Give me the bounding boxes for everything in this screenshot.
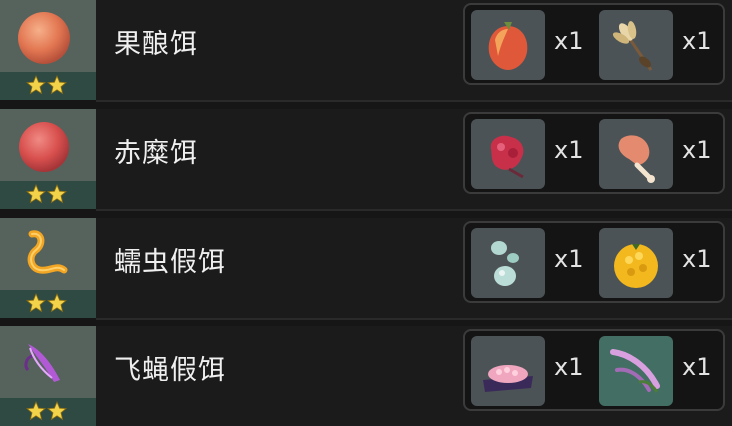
sunsettia-icon <box>488 22 528 70</box>
red-bait-icon <box>19 122 69 172</box>
material-count: x1 <box>554 245 584 273</box>
row-divider <box>96 318 732 320</box>
golden-fruit-icon <box>614 244 658 288</box>
rarity-strip <box>0 290 96 318</box>
worm-lure-icon <box>27 230 68 274</box>
rarity-stars <box>26 75 67 95</box>
pink-flower-cluster-icon <box>483 365 533 392</box>
star-icon <box>47 75 67 95</box>
star-icon <box>26 401 46 421</box>
material-count: x1 <box>682 136 712 164</box>
bait-card[interactable] <box>0 326 96 426</box>
bait-card[interactable] <box>0 0 96 100</box>
rarity-strip <box>0 181 96 209</box>
star-icon <box>47 184 67 204</box>
star-icon <box>26 75 46 95</box>
fowl-icon <box>618 135 655 183</box>
material-count: x1 <box>682 353 712 381</box>
materials-panel: x1 x1 <box>463 3 725 85</box>
bait-card[interactable] <box>0 109 96 209</box>
bait-row[interactable]: 飞蝇假饵 x1 x1 <box>0 326 732 426</box>
bait-row[interactable]: 蠕虫假饵 x1 x1 <box>0 218 732 318</box>
rarity-stars <box>26 184 67 204</box>
bait-name: 果酿饵 <box>114 29 198 60</box>
bait-row[interactable]: 赤糜饵 x1 x1 <box>0 109 732 209</box>
feather-icon <box>610 349 660 393</box>
bait-list: 果酿饵 x1 x1 赤糜饵 x1 x1 蠕虫假饵 x1 x1 飞蝇假饵 x1 x… <box>0 0 732 426</box>
bait-row[interactable]: 果酿饵 x1 x1 <box>0 0 732 100</box>
material-count: x1 <box>682 245 712 273</box>
star-icon <box>47 401 67 421</box>
material-slot[interactable] <box>471 336 545 406</box>
bait-name: 蠕虫假饵 <box>114 247 226 278</box>
row-divider <box>96 209 732 211</box>
materials-panel: x1 x1 <box>463 329 725 411</box>
slime-condensate-icon <box>491 241 519 286</box>
berry-bait-icon <box>18 12 70 64</box>
material-slot[interactable] <box>599 336 673 406</box>
materials-panel: x1 x1 <box>463 112 725 194</box>
bait-card[interactable] <box>0 218 96 318</box>
fly-lure-icon <box>24 344 60 382</box>
bait-name: 赤糜饵 <box>114 138 198 169</box>
material-slot[interactable] <box>471 10 545 80</box>
star-icon <box>26 184 46 204</box>
star-icon <box>47 293 67 313</box>
material-slot[interactable] <box>471 119 545 189</box>
materials-panel: x1 x1 <box>463 221 725 303</box>
row-divider <box>96 100 732 102</box>
material-count: x1 <box>554 27 584 55</box>
rarity-strip <box>0 72 96 100</box>
rarity-stars <box>26 401 67 421</box>
raw-meat-icon <box>490 135 524 179</box>
star-icon <box>26 293 46 313</box>
material-slot[interactable] <box>471 228 545 298</box>
material-count: x1 <box>554 136 584 164</box>
material-count: x1 <box>682 27 712 55</box>
material-slot[interactable] <box>599 228 673 298</box>
wheat-icon <box>612 21 653 71</box>
bait-name: 飞蝇假饵 <box>114 355 226 386</box>
material-slot[interactable] <box>599 119 673 189</box>
rarity-strip <box>0 398 96 426</box>
rarity-stars <box>26 293 67 313</box>
material-count: x1 <box>554 353 584 381</box>
material-slot[interactable] <box>599 10 673 80</box>
